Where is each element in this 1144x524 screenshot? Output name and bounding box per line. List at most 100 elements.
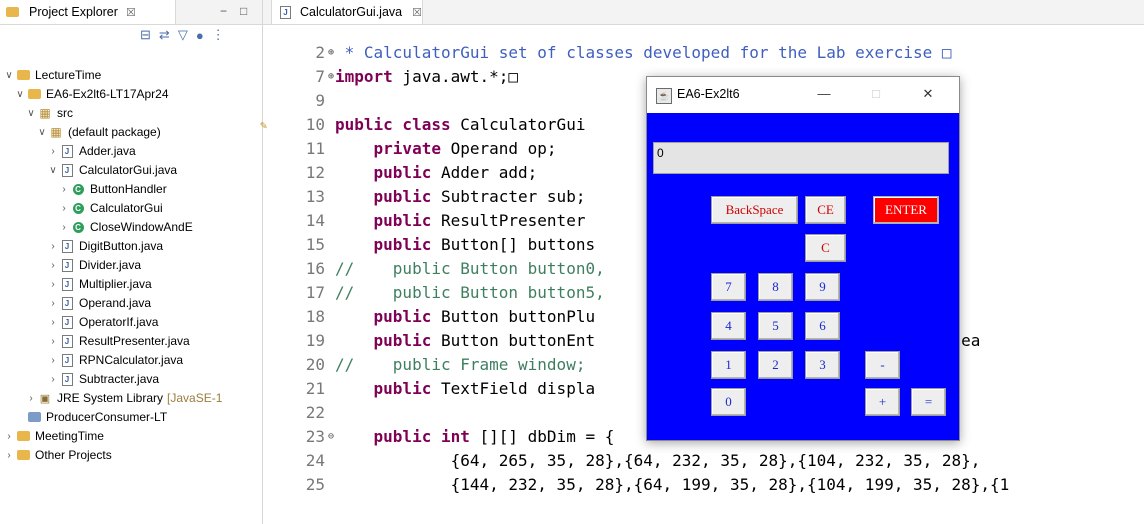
tree-item[interactable]: › J Subtracter.java [48, 370, 159, 388]
filter-icon[interactable]: ▽ [178, 27, 188, 43]
code-line[interactable]: 2 ⊕ * CalculatorGui set of classes develo… [263, 41, 1144, 65]
tree-item[interactable]: › J OperatorIf.java [48, 313, 158, 331]
tree-item[interactable]: ∨ ▦ src [26, 104, 73, 122]
code-line[interactable]: 25 {144, 232, 35, 28},{64, 199, 35, 28},… [263, 473, 1144, 497]
plus-button[interactable]: + [865, 388, 900, 416]
tree-item[interactable]: ∨ J CalculatorGui.java [48, 161, 177, 179]
collapse-all-icon[interactable]: ⊟ [140, 27, 151, 43]
collapsed-chevron-icon[interactable]: › [48, 317, 58, 328]
expanded-chevron-icon[interactable]: ∨ [4, 70, 14, 81]
collapsed-chevron-icon[interactable]: › [48, 374, 58, 385]
digit-1-button[interactable]: 1 [711, 351, 746, 379]
collapsed-chevron-icon[interactable]: › [59, 184, 69, 195]
line-number: 23 [305, 427, 325, 446]
tree-item[interactable]: › J RPNCalculator.java [48, 351, 183, 369]
collapsed-chevron-icon[interactable]: › [48, 298, 58, 309]
tree-item[interactable]: › J Multiplier.java [48, 275, 152, 293]
digit-6-button[interactable]: 6 [805, 312, 840, 340]
code-text: public class CalculatorGui [335, 113, 585, 137]
tree-item-label: LectureTime [35, 68, 102, 82]
tree-item[interactable]: ∨ LectureTime [4, 66, 101, 84]
code-text: * CalculatorGui set of classes developed… [335, 41, 952, 65]
tree-item[interactable]: › C CloseWindowAndE [59, 218, 192, 236]
maximize-icon[interactable]: □ [240, 4, 247, 18]
tree-item[interactable]: › C CalculatorGui [59, 199, 162, 217]
clear-button[interactable]: C [805, 234, 846, 262]
code-text: {144, 232, 35, 28},{64, 199, 35, 28},{10… [335, 473, 1010, 497]
tab-calculatorgui-java[interactable]: J CalculatorGui.java ☒ [271, 0, 423, 24]
close-icon[interactable]: ☒ [412, 6, 422, 19]
window-titlebar[interactable]: ☕ EA6-Ex2lt6 — □ ✕ [647, 77, 959, 113]
tree-item[interactable]: › MeetingTime [4, 427, 104, 445]
backspace-button[interactable]: BackSpace [711, 196, 798, 224]
digit-0-button[interactable]: 0 [711, 388, 746, 416]
collapsed-chevron-icon[interactable]: › [59, 222, 69, 233]
digit-4-button[interactable]: 4 [711, 312, 746, 340]
digit-5-button[interactable]: 5 [758, 312, 793, 340]
expanded-chevron-icon[interactable]: ∨ [15, 89, 25, 100]
tree-item[interactable]: › J DigitButton.java [48, 237, 163, 255]
enter-button[interactable]: ENTER [873, 196, 939, 224]
tree-item[interactable]: › J ResultPresenter.java [48, 332, 190, 350]
calculator-window: ☕ EA6-Ex2lt6 — □ ✕ 0 BackSpace CE ENTER … [646, 76, 960, 441]
tree-item-label: ButtonHandler [90, 182, 167, 196]
display-field[interactable]: 0 [653, 142, 949, 174]
digit-3-button[interactable]: 3 [805, 351, 840, 379]
collapsed-chevron-icon[interactable]: › [48, 355, 58, 366]
tree-item[interactable]: › Other Projects [4, 446, 111, 464]
digit-7-button[interactable]: 7 [711, 273, 746, 301]
link-with-editor-icon[interactable]: ⇄ [159, 27, 170, 43]
digit-8-button[interactable]: 8 [758, 273, 793, 301]
tab-label: CalculatorGui.java [299, 5, 403, 19]
code-text: public Button[] buttons [335, 233, 596, 257]
tree-item[interactable]: › J Divider.java [48, 256, 141, 274]
view-menu-icon[interactable]: ⋮ [212, 27, 225, 43]
collapsed-chevron-icon[interactable]: › [48, 260, 58, 271]
line-number: 17 [305, 283, 325, 302]
collapsed-chevron-icon[interactable]: › [48, 146, 58, 157]
collapsed-chevron-icon[interactable]: › [4, 431, 14, 442]
equals-button[interactable]: = [911, 388, 946, 416]
minimize-icon[interactable]: − [220, 4, 227, 18]
digit-9-button[interactable]: 9 [805, 273, 840, 301]
tree-item[interactable]: › J Operand.java [48, 294, 151, 312]
code-token: ResultPresenter [431, 211, 586, 230]
expanded-chevron-icon[interactable]: ∨ [48, 165, 58, 176]
tree-item-label: ResultPresenter.java [79, 334, 190, 348]
keyword: public class [335, 115, 451, 134]
tree-item[interactable]: ProducerConsumer-LT [15, 408, 167, 426]
digit-2-button[interactable]: 2 [758, 351, 793, 379]
tab-project-explorer[interactable]: Project Explorer ☒ [0, 0, 176, 24]
tree-item-label: Multiplier.java [79, 277, 152, 291]
code-token: [][] dbDim = { [469, 427, 615, 446]
minimize-button[interactable]: — [809, 86, 839, 101]
collapsed-chevron-icon[interactable]: › [4, 450, 14, 461]
tree-item[interactable]: ∨ ▦ (default package) [37, 123, 160, 141]
tree-item[interactable]: › ▣ JRE System Library [JavaSE-1 [26, 389, 222, 407]
tree-item[interactable]: › J Adder.java [48, 142, 135, 160]
tree-item[interactable]: › C ButtonHandler [59, 180, 167, 198]
ce-button[interactable]: CE [805, 196, 846, 224]
tree-item-label: JRE System Library [57, 391, 164, 405]
focus-icon[interactable]: ● [196, 28, 204, 43]
collapsed-chevron-icon[interactable]: › [59, 203, 69, 214]
collapsed-chevron-icon[interactable]: › [48, 279, 58, 290]
expanded-chevron-icon[interactable]: ∨ [37, 127, 47, 138]
collapsed-chevron-icon[interactable]: › [26, 393, 36, 404]
collapsed-chevron-icon[interactable]: › [48, 241, 58, 252]
maximize-button[interactable]: □ [861, 86, 891, 101]
collapsed-chevron-icon[interactable]: › [48, 336, 58, 347]
code-line[interactable]: 24 {64, 265, 35, 28},{64, 232, 35, 28},{… [263, 449, 1144, 473]
java-file-icon: J [60, 334, 74, 348]
minus-button[interactable]: - [865, 351, 900, 379]
close-icon[interactable]: ☒ [126, 6, 136, 19]
keyword: public [373, 235, 432, 254]
expanded-chevron-icon[interactable]: ∨ [26, 108, 36, 119]
tree-item-label: Subtracter.java [79, 372, 160, 386]
close-button[interactable]: ✕ [913, 86, 943, 102]
tree-item[interactable]: ∨ EA6-Ex2lt6-LT17Apr24 [15, 85, 168, 103]
tree-item-label: DigitButton.java [79, 239, 164, 253]
